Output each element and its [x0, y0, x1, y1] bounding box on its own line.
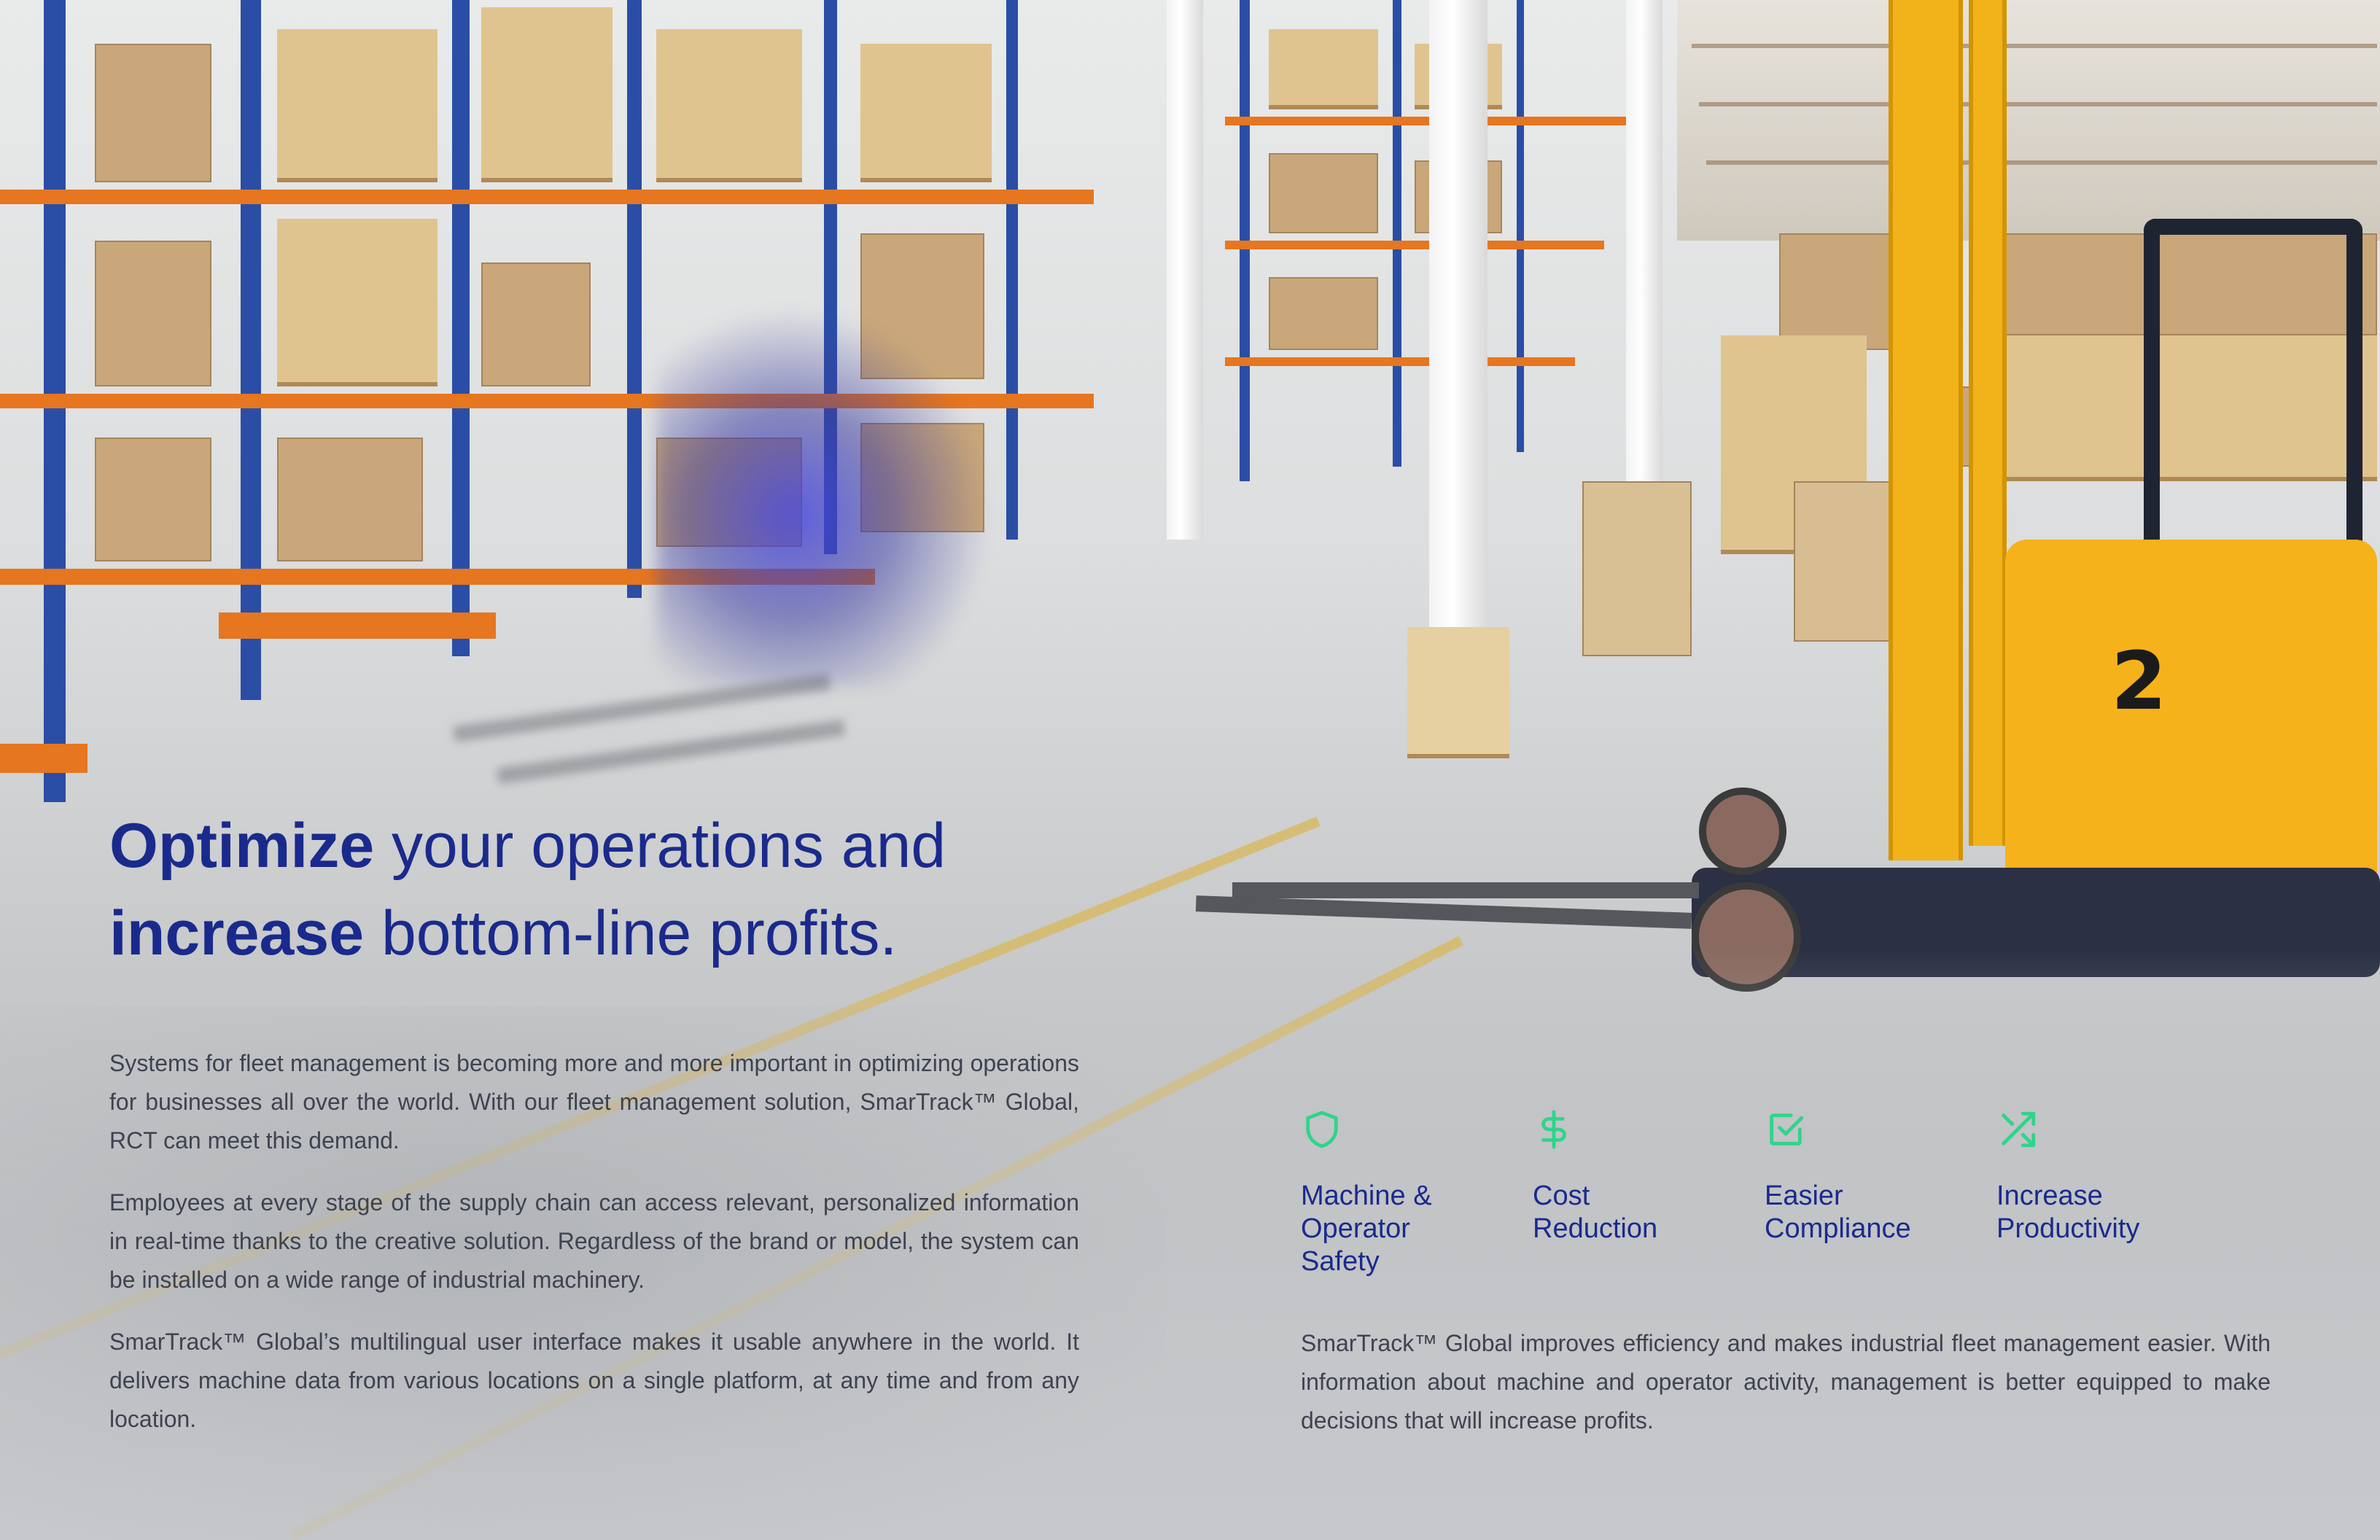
- blurred-moving-forklift: [656, 306, 992, 685]
- body-paragraph: SmarTrack™ Global’s multilingual user in…: [109, 1329, 1079, 1432]
- shuffle-icon: [2002, 1111, 2036, 1148]
- support-column: [1429, 0, 1488, 627]
- headline-emphasis-optimize: Optimize: [109, 811, 375, 881]
- headline-line-1: Optimize your operations and: [109, 802, 1057, 890]
- ceiling-beam: [1692, 44, 2377, 48]
- headline-emphasis-increase: increase: [109, 898, 365, 968]
- feature-label: Increase Productivity: [1996, 1181, 2140, 1244]
- feature-label: Machine & Operator Safety: [1301, 1181, 1432, 1277]
- checkbox-icon: [1770, 1113, 1804, 1146]
- ceiling-beam: [1706, 160, 2377, 165]
- forklift-number: 2: [2111, 634, 2167, 728]
- feature-list: Machine & Operator Safety Cost Reduction…: [1301, 1108, 2278, 1298]
- feature-label: Cost Reduction: [1533, 1181, 1658, 1244]
- shield-icon: [1306, 1111, 1338, 1148]
- page-headline: Optimize your operations and increase bo…: [109, 802, 1057, 977]
- feature-item-safety: Machine & Operator Safety: [1301, 1108, 1520, 1278]
- body-paragraph: Systems for fleet management is becoming…: [109, 1050, 1079, 1154]
- intro-body-copy: Systems for fleet management is becoming…: [109, 1044, 1079, 1462]
- headline-line-2: increase bottom-line profits.: [109, 890, 1057, 977]
- pallet-stack: [1407, 627, 1509, 758]
- feature-item-productivity: Increase Productivity: [1996, 1108, 2215, 1245]
- body-paragraph: Employees at every stage of the supply c…: [109, 1189, 1079, 1293]
- ceiling-beam: [1699, 102, 2377, 106]
- feature-item-cost: Cost Reduction: [1533, 1108, 1751, 1245]
- support-column: [1167, 0, 1203, 540]
- feature-label: Easier Compliance: [1765, 1181, 1911, 1244]
- dollar-icon: [1541, 1110, 1566, 1149]
- headline-text: your operations and: [374, 811, 946, 881]
- summary-body-copy: SmarTrack™ Global improves efficiency an…: [1301, 1330, 2271, 1434]
- feature-item-compliance: Easier Compliance: [1765, 1108, 1983, 1245]
- headline-text: bottom-line profits.: [364, 898, 898, 968]
